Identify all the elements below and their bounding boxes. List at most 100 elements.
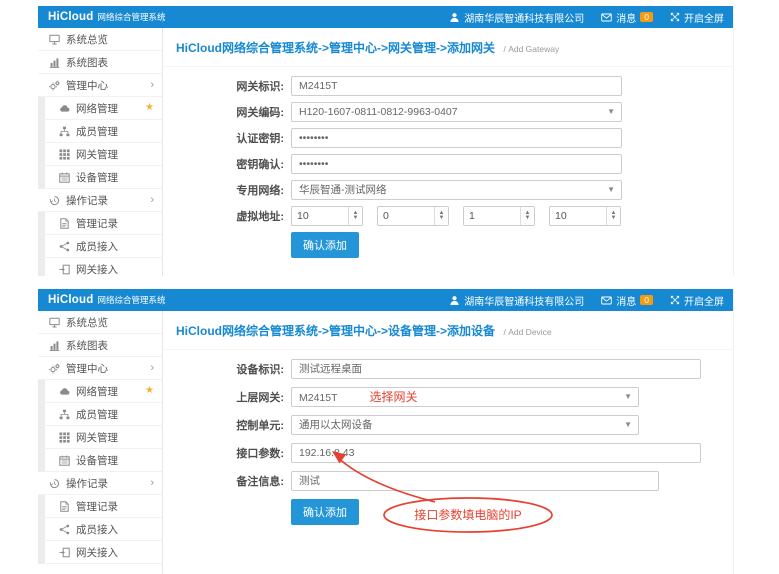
fullscreen-toggle[interactable]: 开启全屏 [670,293,724,308]
sidebar-item-network-management[interactable]: 网络管理★ [38,380,162,403]
grid-icon [59,432,72,443]
company-name: 湖南华辰智通科技有限公司 [464,10,584,25]
gears-icon [49,80,62,91]
fullscreen-toggle[interactable]: 开启全屏 [670,10,724,25]
brand-suffix: 网络综合管理系统 [97,11,165,23]
company-menu[interactable]: 湖南华辰智通科技有限公司 [449,10,584,25]
sidebar-item-gateway-management[interactable]: 网关管理 [38,143,162,166]
key-confirm-input[interactable]: •••••••• [291,154,622,174]
virtual-address-octet-4[interactable]: 10▲▼ [549,206,621,226]
breadcrumb-path: HiCloud网络综合管理系统->管理中心->网关管理->添加网关 [176,41,495,55]
share-icon [59,524,72,535]
field-label: 控制单元: [163,417,284,433]
sidebar-item-management-center[interactable]: 管理中心› [38,357,162,380]
top-navbar: HiCloud 网络综合管理系统 湖南华辰智通科技有限公司 消息 0 开启全屏 [38,6,733,28]
company-name: 湖南华辰智通科技有限公司 [464,293,584,308]
envelope-icon [601,295,612,306]
control-unit-select[interactable]: 通用以太网设备▼ [291,415,639,435]
virtual-address-octet-3[interactable]: 1▲▼ [463,206,535,226]
sidebar-item-system-charts[interactable]: 系统图表 [38,334,162,357]
spinner-arrows-icon[interactable]: ▲▼ [606,207,620,225]
grid-icon [59,149,72,160]
chevron-down-icon: ▼ [624,421,632,429]
history-icon [49,478,62,489]
sign-in-icon [59,264,72,275]
spinner-arrows-icon[interactable]: ▲▼ [434,207,448,225]
app-logo[interactable]: HiCloud 网络综合管理系统 [38,11,163,23]
calendar-icon [59,455,72,466]
envelope-icon [601,12,612,23]
field-label: 网关编码: [163,104,284,120]
brand-name: HiCloud [48,294,93,306]
user-icon [449,295,460,306]
private-network-select[interactable]: 华辰智通-测试网络▼ [291,180,622,200]
breadcrumb-path: HiCloud网络综合管理系统->管理中心->设备管理->添加设备 [176,324,495,338]
sitemap-icon [59,409,72,420]
gateway-page-screenshot: HiCloud 网络综合管理系统 湖南华辰智通科技有限公司 消息 0 开启全屏 … [38,6,734,276]
fullscreen-icon [670,295,680,305]
sidebar-item-gateway-management[interactable]: 网关管理 [38,426,162,449]
sidebar-item-management-center[interactable]: 管理中心› [38,74,162,97]
confirm-add-button[interactable]: 确认添加 [291,232,359,258]
confirm-add-button[interactable]: 确认添加 [291,499,359,525]
history-icon [49,195,62,206]
sidebar-item-member-management[interactable]: 成员管理 [38,120,162,143]
sidebar-item-member-access[interactable]: 成员接入 [38,235,162,258]
sidebar-item-member-access[interactable]: 成员接入 [38,518,162,541]
spinner-arrows-icon[interactable]: ▲▼ [348,207,362,225]
device-id-input[interactable]: 测试远程桌面 [291,359,701,379]
brand-suffix: 网络综合管理系统 [97,294,165,306]
device-page-screenshot: HiCloud 网络综合管理系统 湖南华辰智通科技有限公司 消息 0 开启全屏 … [38,289,734,574]
parent-gateway-select[interactable]: M2415T选择网关▼ [291,387,639,407]
sidebar-item-management-records[interactable]: 管理记录 [38,212,162,235]
chevron-right-icon: › [150,195,154,206]
star-icon: ★ [145,103,154,113]
breadcrumb-note: / Add Device [503,327,551,337]
sidebar-item-system-charts[interactable]: 系统图表 [38,51,162,74]
sidebar-item-operation-records[interactable]: 操作记录› [38,189,162,212]
sidebar: 系统总览 系统图表 管理中心› 网络管理★ 成员管理 网关管理 设备管理 操作记… [38,28,163,276]
sidebar-item-system-overview[interactable]: 系统总览 [38,28,162,51]
brand-name: HiCloud [48,11,93,23]
spinner-arrows-icon[interactable]: ▲▼ [520,207,534,225]
bar-chart-icon [49,57,62,68]
field-label: 密钥确认: [163,156,284,172]
sidebar-item-network-management[interactable]: 网络管理★ [38,97,162,120]
messages-count-badge: 0 [640,12,653,23]
gears-icon [49,363,62,374]
messages-menu[interactable]: 消息 0 [601,293,653,308]
star-icon: ★ [145,386,154,396]
sidebar-item-management-records[interactable]: 管理记录 [38,495,162,518]
fullscreen-label: 开启全屏 [684,10,724,25]
file-icon [59,501,72,512]
app-logo[interactable]: HiCloud 网络综合管理系统 [38,294,163,306]
messages-label: 消息 [616,10,636,25]
field-label: 设备标识: [163,361,284,377]
remark-input[interactable]: 测试 [291,471,659,491]
field-label: 专用网络: [163,182,284,198]
fullscreen-label: 开启全屏 [684,293,724,308]
cloud-icon [59,103,72,114]
sidebar-item-device-management[interactable]: 设备管理 [38,449,162,472]
gateway-code-select[interactable]: H120-1607-0811-0812-9963-0407▼ [291,102,622,122]
sidebar: 系统总览 系统图表 管理中心› 网络管理★ 成员管理 网关管理 设备管理 操作记… [38,311,163,574]
virtual-address-octet-2[interactable]: 0▲▼ [377,206,449,226]
auth-key-input[interactable]: •••••••• [291,128,622,148]
company-menu[interactable]: 湖南华辰智通科技有限公司 [449,293,584,308]
sidebar-item-gateway-access[interactable]: 网关接入 [38,258,162,276]
sidebar-item-system-overview[interactable]: 系统总览 [38,311,162,334]
interface-param-input[interactable]: 192.16.8.43 [291,443,701,463]
chevron-down-icon: ▼ [624,393,632,401]
sidebar-item-operation-records[interactable]: 操作记录› [38,472,162,495]
messages-count-badge: 0 [640,295,653,306]
share-icon [59,241,72,252]
gateway-id-input[interactable]: M2415T [291,76,622,96]
messages-menu[interactable]: 消息 0 [601,10,653,25]
chevron-right-icon: › [150,363,154,374]
field-label: 接口参数: [163,445,284,461]
sidebar-item-gateway-access[interactable]: 网关接入 [38,541,162,564]
sidebar-item-device-management[interactable]: 设备管理 [38,166,162,189]
virtual-address-octet-1[interactable]: 10▲▼ [291,206,363,226]
field-label: 网关标识: [163,78,284,94]
sidebar-item-member-management[interactable]: 成员管理 [38,403,162,426]
